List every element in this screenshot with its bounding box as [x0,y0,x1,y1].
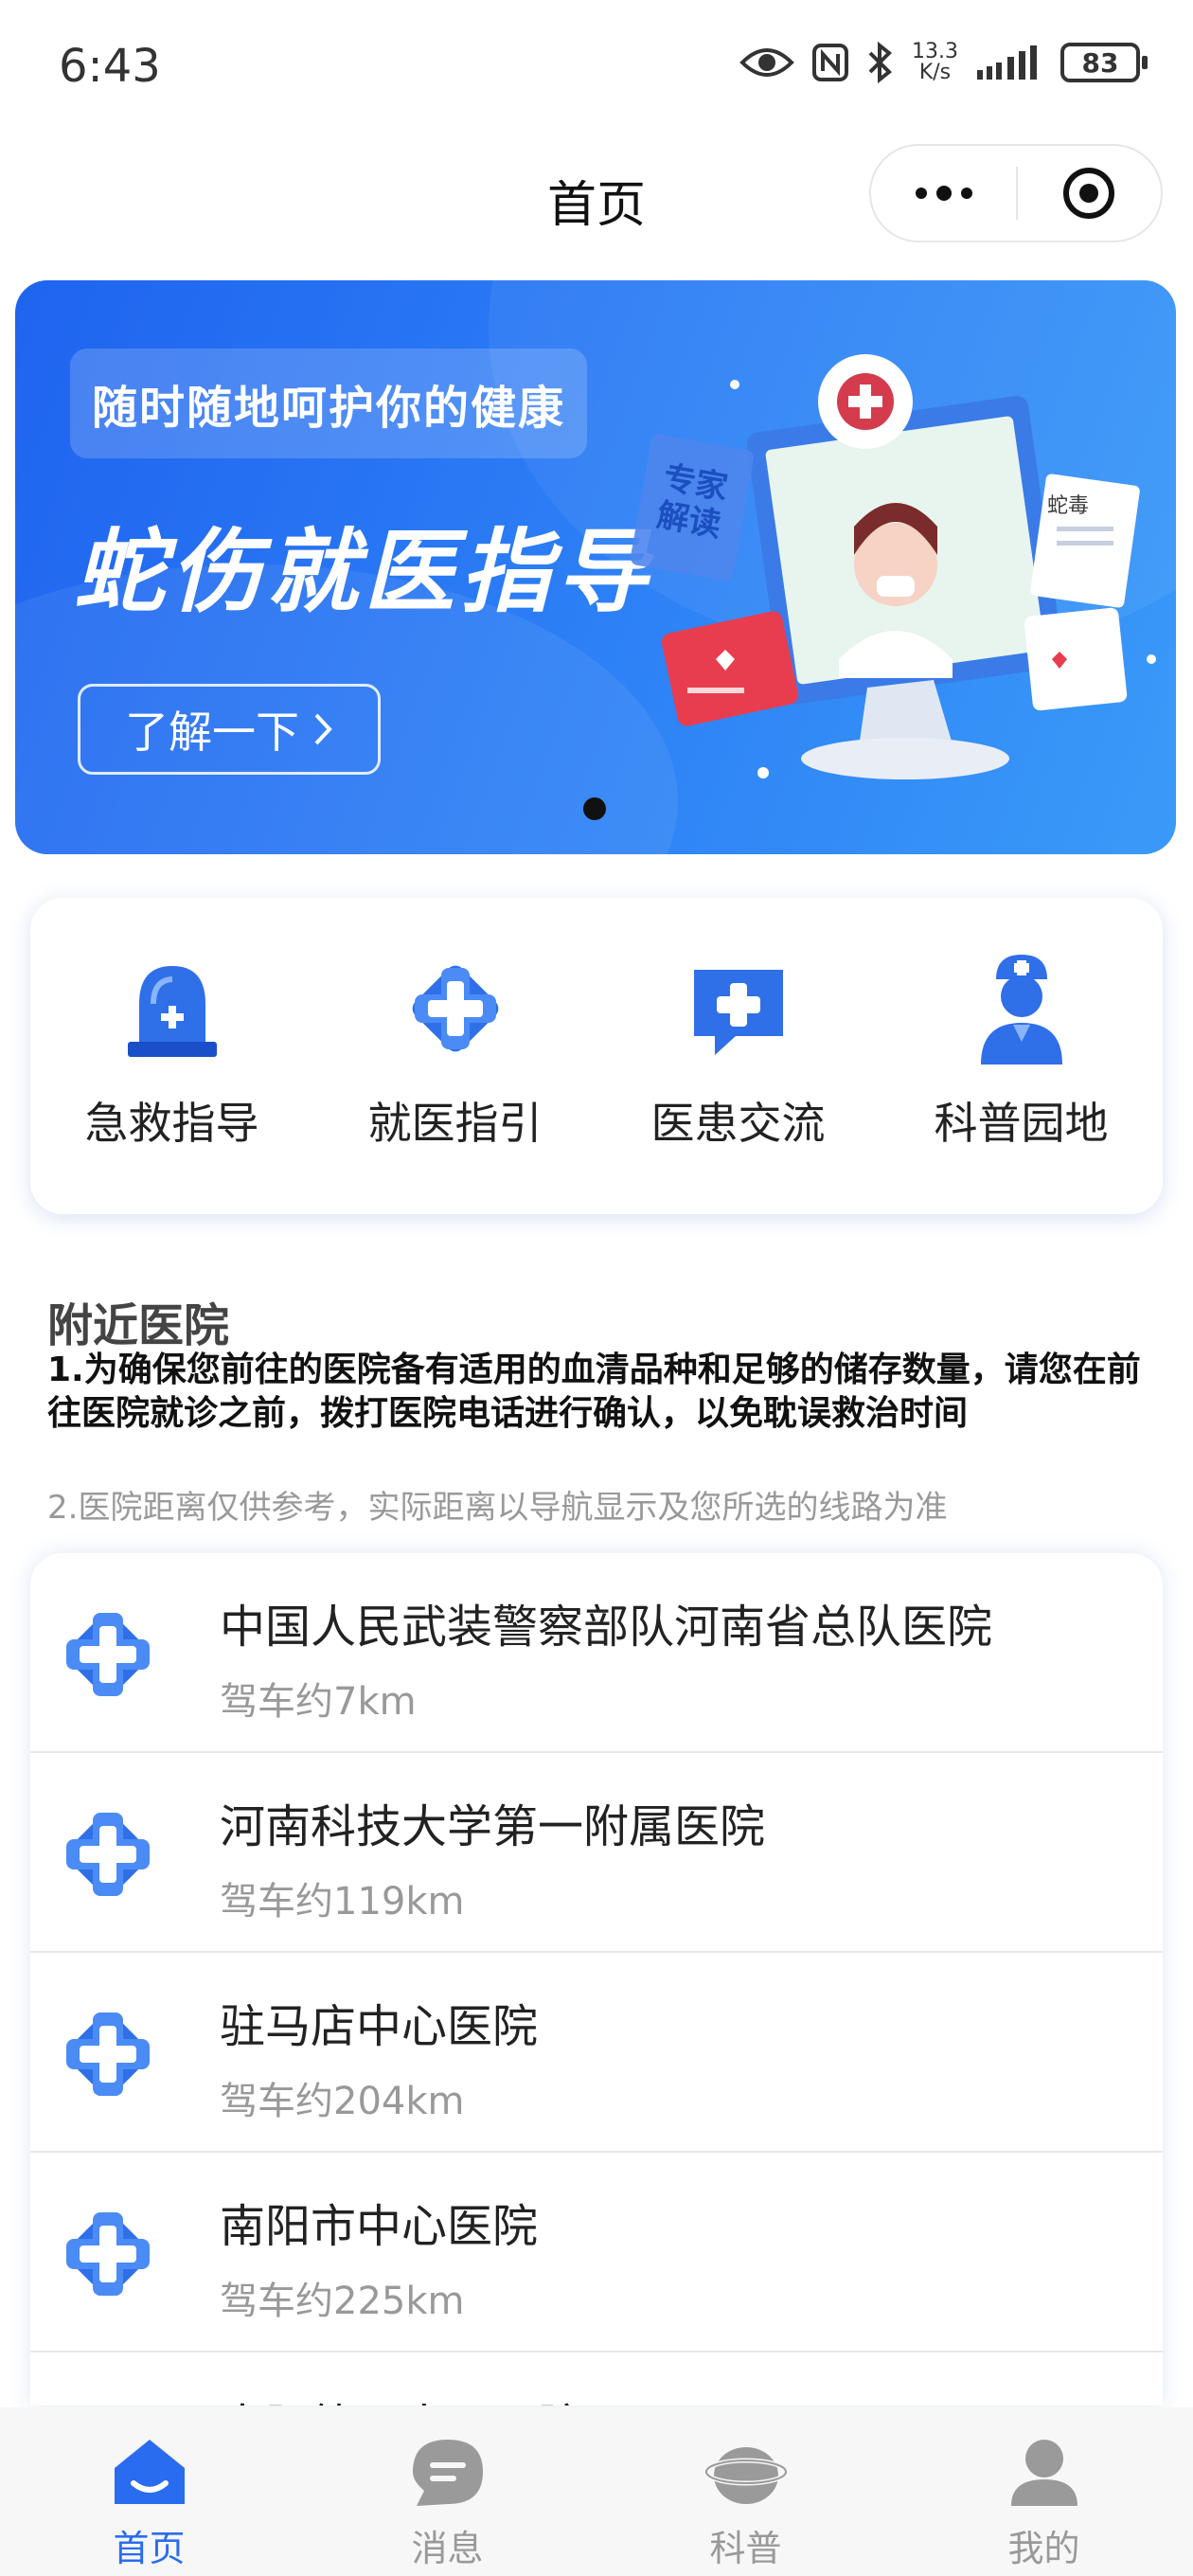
net-speed-value: 13.3 [912,40,958,63]
status-icons: 13.3 K/s 83 [739,42,1148,83]
home-icon [114,2440,185,2504]
alarm-light-icon [127,966,217,1057]
quick-entry-label: 急救指导 [84,1098,259,1149]
quick-entry-science[interactable]: 科普园地 [899,947,1145,1214]
mini-program-capsule [869,144,1163,242]
tab-label: 我的 [1007,2528,1080,2569]
chat-cross-icon [693,970,783,1055]
learn-more-label: 了解一下 [125,707,299,758]
tab-label: 科普 [709,2528,782,2569]
hospital-name: 中国人民武装警察部队河南省总队医院 [220,1601,993,1654]
doctor-monitor-illustration: 专家 解读 蛇毒 [630,354,1156,779]
profile-icon [1010,2440,1077,2506]
hospital-row[interactable]: 驻马店中心医院 驾车约204km [30,1953,1163,2153]
hospital-name: 驻马店中心医院 [220,2000,539,2053]
hospital-distance: 驾车约204km [220,2080,465,2123]
hospital-cross-icon [49,2395,167,2406]
hospital-cross-icon [66,2212,150,2296]
learn-more-button[interactable]: 了解一下 [78,684,381,775]
tab-messages[interactable]: 消息 [298,2407,596,2576]
nearby-section-title: 附近医院 [47,1299,230,1352]
status-time: 6:43 [59,40,161,93]
hospital-row[interactable]: 河南科技大学第一附属医院 驾车约119km [30,1753,1163,1953]
hospital-list: 中国人民武装警察部队河南省总队医院 驾车约7km 河南科技大学第一附属医院 驾车… [30,1553,1163,2406]
more-button[interactable] [871,146,1016,241]
hospital-row[interactable]: 南阳市中心医院 驾车约225km [30,2153,1163,2352]
quick-entry-medical-guide[interactable]: 就医指引 [332,947,579,1214]
hospital-cross-icon [66,1813,150,1896]
carousel-indicator[interactable] [583,797,606,820]
tab-profile[interactable]: 我的 [895,2407,1193,2576]
banner-headline: 蛇伤就医指导 [74,519,653,625]
bottom-tab-bar: 首页 消息 科普 我的 [0,2407,1193,2576]
net-speed-unit: K/s [918,61,952,84]
close-miniprogram-button[interactable] [1018,146,1161,241]
hospital-distance: 驾车约225km [220,2280,465,2323]
target-icon [1063,168,1115,219]
quick-entry-label: 就医指引 [367,1098,543,1149]
nfc-icon [812,44,849,81]
tab-science[interactable]: 科普 [596,2407,895,2576]
message-icon [412,2440,483,2506]
nearby-note-secondary: 2.医院距离仅供参考，实际距离以导航显示及您所选的线路为准 [47,1489,948,1527]
quick-entry-first-aid[interactable]: 急救指导 [49,947,295,1214]
more-dot [915,188,927,199]
banner-slogan: 随时随地呵护你的健康 [70,349,587,458]
hospital-row[interactable]: 南阳第一人民医院 [30,2352,1163,2406]
bluetooth-icon [868,42,893,83]
quick-entry-label: 科普园地 [934,1098,1109,1149]
chevron-right-icon [314,713,332,745]
quick-entry-panel: 急救指导 就医指引 医患交流 科普园地 [30,898,1163,1214]
status-bar: 6:43 13.3 K/s 83 [0,0,1193,133]
nearby-note-primary: 1.为确保您前往的医院备有适用的血清品种和足够的储存数量，请您在前往医院就诊之前… [47,1351,1141,1433]
tab-label: 首页 [113,2528,186,2569]
quick-entry-doctor-chat[interactable]: 医患交流 [615,947,862,1214]
hospital-name: 南阳市中心医院 [220,2200,539,2253]
battery-indicator: 83 [1060,43,1148,82]
nurse-icon [980,955,1062,1064]
eye-icon [739,48,794,77]
tab-label: 消息 [411,2528,484,2569]
tab-home[interactable]: 首页 [0,2407,298,2576]
quick-entry-label: 医患交流 [650,1098,826,1149]
signal-icon [977,45,1037,80]
hospital-cross-icon [66,1613,150,1696]
science-icon [704,2447,787,2504]
net-speed: 13.3 K/s [912,42,958,83]
more-dot [935,186,952,201]
hospital-distance: 驾车约7km [220,1680,417,1724]
hospital-row[interactable]: 中国人民武装警察部队河南省总队医院 驾车约7km [30,1553,1163,1753]
hospital-distance: 驾车约119km [220,1880,465,1923]
illus-doc-label: 蛇毒 [1047,493,1089,517]
hospital-cross-icon [66,2012,150,2096]
more-dot [960,188,972,199]
hospital-name: 南阳第一人民医院 [220,2388,583,2406]
medical-cross-icon [412,965,498,1052]
promo-banner[interactable]: 随时随地呵护你的健康 蛇伤就医指导 了解一下 专家 解读 蛇毒 [15,280,1176,854]
hospital-name: 河南科技大学第一附属医院 [220,1800,766,1853]
